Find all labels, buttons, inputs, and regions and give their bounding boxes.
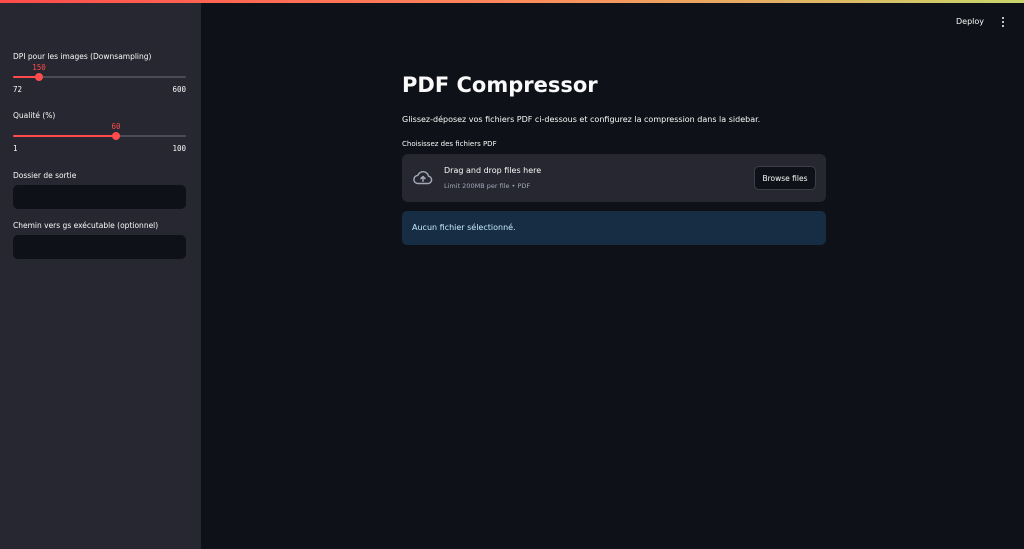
info-alert-text: Aucun fichier sélectionné. <box>412 223 516 232</box>
gs-path-input[interactable] <box>13 235 186 259</box>
browse-files-button[interactable]: Browse files <box>754 166 816 190</box>
page-description: Glissez-déposez vos fichiers PDF ci-dess… <box>402 115 761 124</box>
output-folder-label: Dossier de sortie <box>13 171 77 180</box>
quality-slider-label: Qualité (%) <box>13 111 56 120</box>
page-title: PDF Compressor <box>402 73 598 97</box>
quality-slider[interactable]: 60 1 100 <box>13 122 186 153</box>
quality-slider-thumb[interactable] <box>112 132 120 140</box>
info-alert: Aucun fichier sélectionné. <box>402 211 826 245</box>
file-dropzone[interactable]: Drag and drop files here Limit 200MB per… <box>402 154 826 202</box>
sidebar: DPI pour les images (Downsampling) 150 7… <box>0 3 201 549</box>
quality-slider-max: 100 <box>172 144 186 153</box>
cloud-upload-icon <box>413 170 433 185</box>
dpi-slider[interactable]: 150 72 600 <box>13 63 186 94</box>
dropzone-instruction: Drag and drop files here <box>444 166 542 175</box>
main-content: Deploy PDF Compressor Glissez-déposez vo… <box>201 3 1024 549</box>
gs-path-label: Chemin vers gs exécutable (optionnel) <box>13 221 159 230</box>
quality-slider-min: 1 <box>13 144 18 153</box>
dpi-slider-min: 72 <box>13 85 23 94</box>
dpi-slider-max: 600 <box>172 85 186 94</box>
dpi-slider-label: DPI pour les images (Downsampling) <box>13 52 152 61</box>
deploy-button[interactable]: Deploy <box>956 17 984 26</box>
dpi-slider-thumb[interactable] <box>35 73 43 81</box>
quality-slider-fill <box>13 135 116 137</box>
vertical-dots-icon[interactable] <box>998 15 1008 29</box>
output-folder-input[interactable] <box>13 185 186 209</box>
file-uploader-label: Choisissez des fichiers PDF <box>402 140 497 148</box>
dpi-slider-value: 150 <box>32 63 46 72</box>
quality-slider-value: 60 <box>111 122 121 131</box>
dropzone-limit: Limit 200MB per file • PDF <box>444 182 531 190</box>
